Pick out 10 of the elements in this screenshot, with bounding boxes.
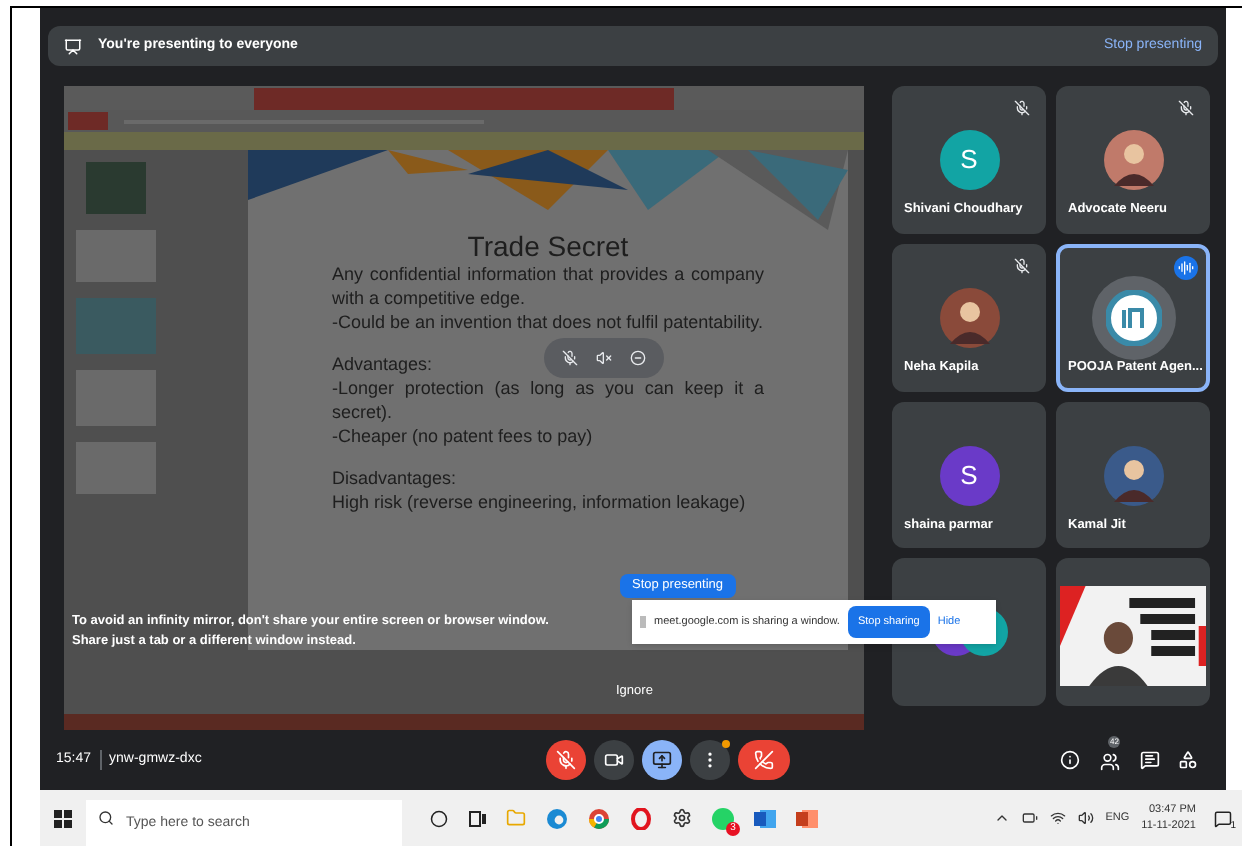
avatar: S: [939, 445, 999, 506]
slide-title: Trade Secret: [467, 230, 629, 263]
slide-text: Disadvantages:: [332, 466, 457, 491]
slide-text: High risk (reverse engineering, information leakage): [332, 490, 746, 515]
slide-text: -Could be an invention that does not fulfil patentability.: [332, 310, 763, 335]
slide-text: Any confidential information that provides a company with a competitive edge.: [332, 262, 764, 311]
slide-text: -Longer protection (as long as you can keep it a secret).: [332, 376, 764, 425]
avatar: S: [939, 130, 999, 191]
slide-text: Advantages:: [332, 352, 433, 377]
slide-text: -Cheaper (no patent fees to pay): [332, 424, 593, 449]
